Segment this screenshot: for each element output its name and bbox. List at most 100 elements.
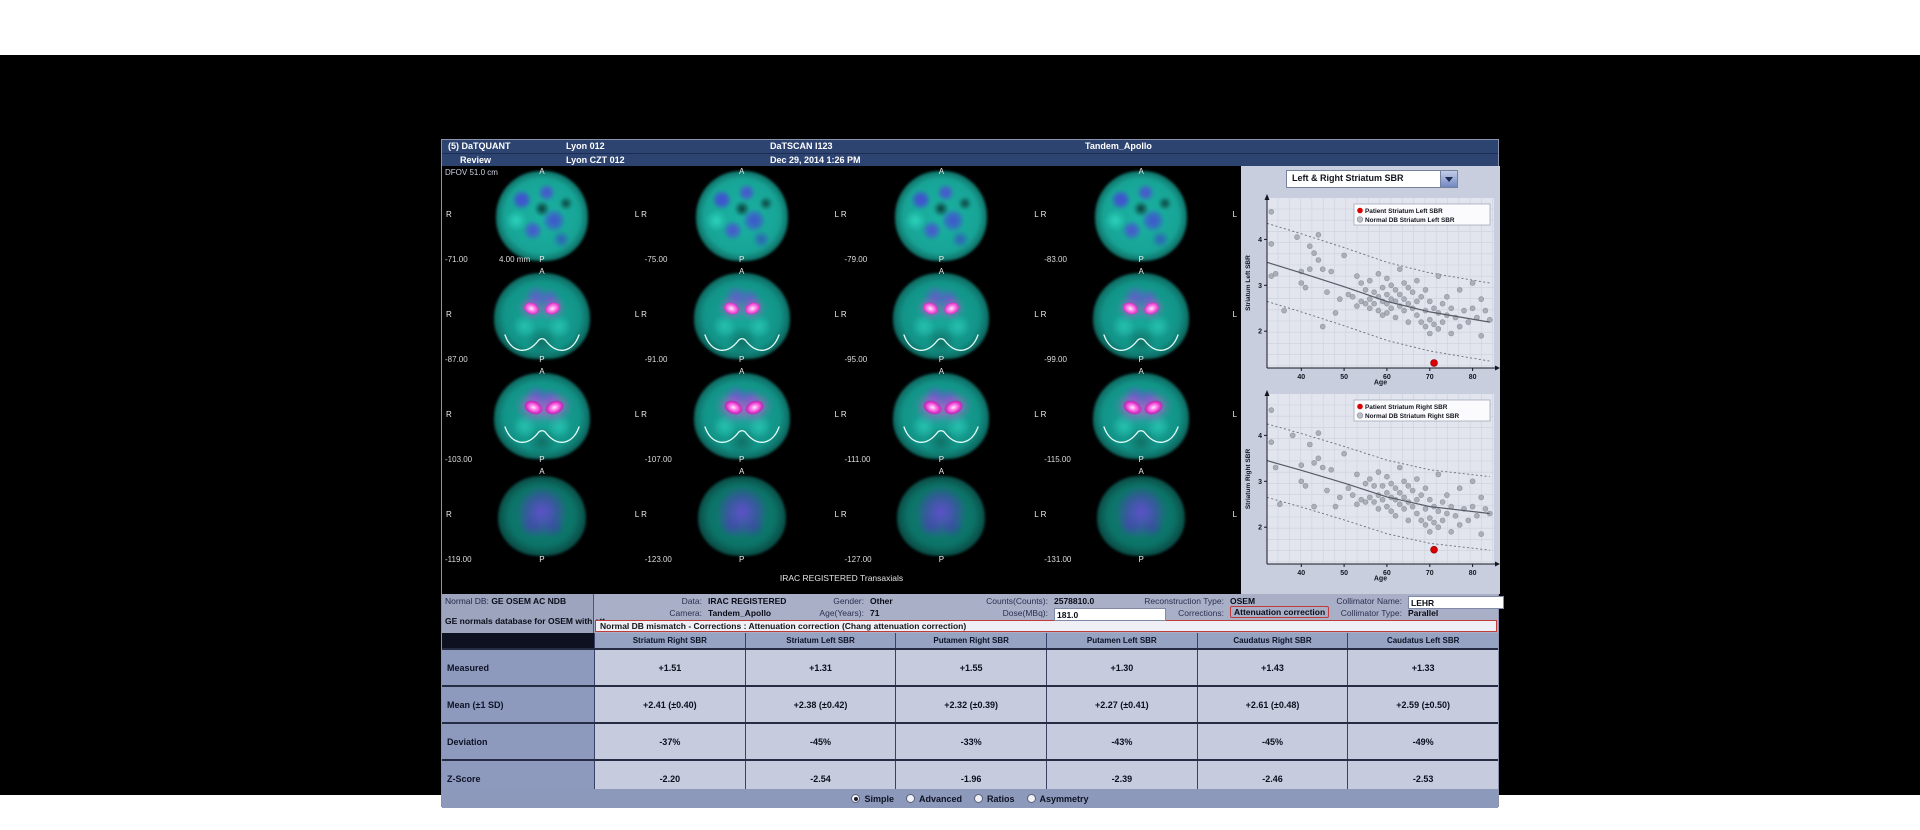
slice-position-label: -83.00 xyxy=(1044,255,1067,264)
brain-image xyxy=(696,171,788,261)
orientation-posterior-label: P xyxy=(1138,555,1143,564)
orientation-posterior-label: P xyxy=(939,355,944,364)
orientation-anterior-label: A xyxy=(739,167,744,176)
normal-db-mismatch-warning: Normal DB mismatch - Corrections : Atten… xyxy=(595,620,1497,632)
brain-cell: APL R-79.00 xyxy=(842,166,1042,266)
orientation-right-label: R xyxy=(446,510,452,519)
info-field-value: 2578810.0 xyxy=(1054,596,1094,606)
table-header-cell: Putamen Left SBR xyxy=(1046,633,1197,648)
orientation-left-right-label: L R xyxy=(835,410,847,419)
title-bar-row1: (5) DaTQUANT Lyon 012 DaTSCAN I123 Tande… xyxy=(442,140,1498,153)
brain-cell: APR-87.00 xyxy=(442,266,642,366)
orientation-left-right-label: L R xyxy=(635,410,647,419)
svg-text:2: 2 xyxy=(1258,329,1262,336)
review-mode-label: Review xyxy=(460,155,491,165)
orientation-posterior-label: P xyxy=(539,455,544,464)
slice-position-label: -95.00 xyxy=(845,355,868,364)
orientation-left-right-label: L R xyxy=(1034,510,1046,519)
orientation-posterior-label: P xyxy=(1138,455,1143,464)
orientation-left-label: L xyxy=(1233,210,1237,219)
table-cell: +1.33 xyxy=(1347,650,1498,685)
svg-text:3: 3 xyxy=(1258,479,1262,486)
info-field-label: Corrections: xyxy=(1102,608,1224,618)
brain-cell: APL R-123.00 xyxy=(642,466,842,566)
table-cell: -45% xyxy=(745,724,896,759)
info-field-label: Data: xyxy=(602,596,702,606)
sbr-metric-dropdown[interactable]: Left & Right Striatum SBR xyxy=(1286,170,1458,188)
orientation-left-right-label: L R xyxy=(635,510,647,519)
svg-text:Age: Age xyxy=(1374,380,1387,387)
slice-position-label: -127.00 xyxy=(845,555,872,564)
table-cell: +2.38 (±0.42) xyxy=(745,687,896,722)
series-caption: IRAC REGISTERED Transaxials xyxy=(442,573,1241,583)
svg-text:Patient Striatum Left SBR: Patient Striatum Left SBR xyxy=(1365,208,1443,215)
orientation-anterior-label: A xyxy=(939,367,944,376)
normal-db-line: Normal DB: GE OSEM AC NDB xyxy=(445,596,566,606)
orientation-left-right-label: L R xyxy=(635,310,647,319)
slice-position-label: -115.00 xyxy=(1044,455,1071,464)
brain-image xyxy=(496,171,588,261)
table-cell: -43% xyxy=(1046,724,1197,759)
brain-cell: APL RL-131.00 xyxy=(1041,466,1241,566)
brain-image xyxy=(897,476,985,556)
orientation-anterior-label: A xyxy=(539,467,544,476)
camera-name: Tandem_Apollo xyxy=(1085,141,1152,151)
datquant-window: (5) DaTQUANT Lyon 012 DaTSCAN I123 Tande… xyxy=(441,139,1499,807)
svg-text:80: 80 xyxy=(1469,374,1477,381)
orientation-posterior-label: P xyxy=(939,255,944,264)
slice-position-label: -111.00 xyxy=(845,455,871,464)
brain-cell: APL R-95.00 xyxy=(842,266,1042,366)
info-field-value: Parallel xyxy=(1408,608,1438,618)
brain-cell: APR-103.00 xyxy=(442,366,642,466)
orientation-posterior-label: P xyxy=(739,455,744,464)
radio-label: Simple xyxy=(864,794,894,804)
chevron-down-icon xyxy=(1445,177,1453,182)
radio-simple[interactable]: Simple xyxy=(851,794,894,804)
table-cell: +1.31 xyxy=(745,650,896,685)
slice-position-label: -75.00 xyxy=(645,255,668,264)
radio-button-icon xyxy=(974,794,983,803)
table-row-label: Mean (±1 SD) xyxy=(442,687,594,722)
brain-image xyxy=(698,476,786,556)
radio-asymmetry[interactable]: Asymmetry xyxy=(1027,794,1089,804)
orientation-posterior-label: P xyxy=(539,255,544,264)
study-name: DaTSCAN I123 xyxy=(770,141,833,151)
dropdown-arrow-button[interactable] xyxy=(1440,171,1457,187)
table-header-cell: Striatum Right SBR xyxy=(594,633,745,648)
table-row-label: Deviation xyxy=(442,724,594,759)
viewer-content: APR-71.00DFOV 51.0 cm4.00 mmAPL R-75.00A… xyxy=(442,166,1498,594)
slice-position-label: -79.00 xyxy=(845,255,868,264)
svg-text:4: 4 xyxy=(1258,433,1262,440)
radio-advanced[interactable]: Advanced xyxy=(906,794,962,804)
info-field-value: Tandem_Apollo xyxy=(708,608,771,618)
info-field-label: Collimator Name: xyxy=(1300,596,1402,606)
brain-cell: APL RL-83.00 xyxy=(1041,166,1241,266)
brain-image xyxy=(498,476,586,556)
reference-roi-outline xyxy=(502,424,582,453)
brain-cell: APL RL-99.00 xyxy=(1041,266,1241,366)
table-cell: +1.51 xyxy=(594,650,745,685)
orientation-anterior-label: A xyxy=(539,267,544,276)
svg-text:2: 2 xyxy=(1258,525,1262,532)
orientation-posterior-label: P xyxy=(739,355,744,364)
orientation-anterior-label: A xyxy=(939,267,944,276)
brain-cell: APL R-127.00 xyxy=(842,466,1042,566)
normal-db-value: GE OSEM AC NDB xyxy=(491,596,566,606)
orientation-anterior-label: A xyxy=(1138,267,1143,276)
info-field-value: 71 xyxy=(870,608,879,618)
slice-position-label: -99.00 xyxy=(1044,355,1067,364)
acquisition-info-bar: Normal DB: GE OSEM AC NDB GE normals dat… xyxy=(442,594,1498,633)
info-field-label: Camera: xyxy=(602,608,702,618)
table-cell: +1.43 xyxy=(1197,650,1348,685)
slice-position-label: -107.00 xyxy=(645,455,672,464)
table-cell: +2.32 (±0.39) xyxy=(895,687,1046,722)
brain-image xyxy=(1095,171,1187,261)
svg-text:Striatum Right SBR: Striatum Right SBR xyxy=(1245,449,1252,510)
orientation-anterior-label: A xyxy=(539,167,544,176)
svg-text:4: 4 xyxy=(1258,237,1262,244)
radio-ratios[interactable]: Ratios xyxy=(974,794,1015,804)
orientation-left-right-label: L R xyxy=(1034,410,1046,419)
svg-text:Normal DB Striatum Right SBR: Normal DB Striatum Right SBR xyxy=(1365,413,1459,420)
table-cell: +2.61 (±0.48) xyxy=(1197,687,1348,722)
orientation-right-label: R xyxy=(446,310,452,319)
